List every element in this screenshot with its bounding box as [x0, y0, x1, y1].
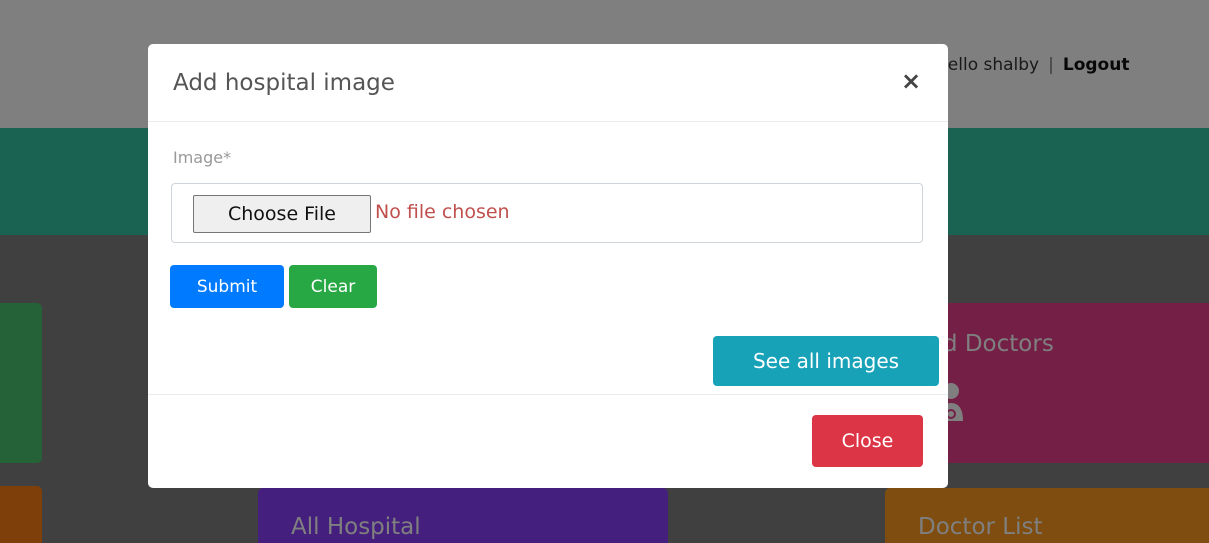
image-file-input[interactable]: Choose File No file chosen — [171, 183, 923, 243]
clear-button[interactable]: Clear — [289, 265, 377, 308]
modal-header: Add hospital image × — [148, 44, 948, 122]
close-button[interactable]: Close — [812, 415, 923, 467]
add-hospital-image-modal: Add hospital image × Image* Choose File … — [148, 44, 948, 488]
submit-button[interactable]: Submit — [170, 265, 284, 308]
choose-file-button[interactable]: Choose File — [193, 195, 371, 233]
page: Hello shalby|Logout Add Doctors All Hosp… — [0, 0, 1209, 543]
no-file-chosen-text: No file chosen — [375, 201, 510, 223]
close-icon[interactable]: × — [900, 69, 922, 93]
image-field-label: Image* — [173, 148, 232, 167]
modal-title: Add hospital image — [173, 70, 395, 96]
modal-footer-divider — [148, 394, 948, 395]
see-all-images-button[interactable]: See all images — [713, 336, 939, 386]
